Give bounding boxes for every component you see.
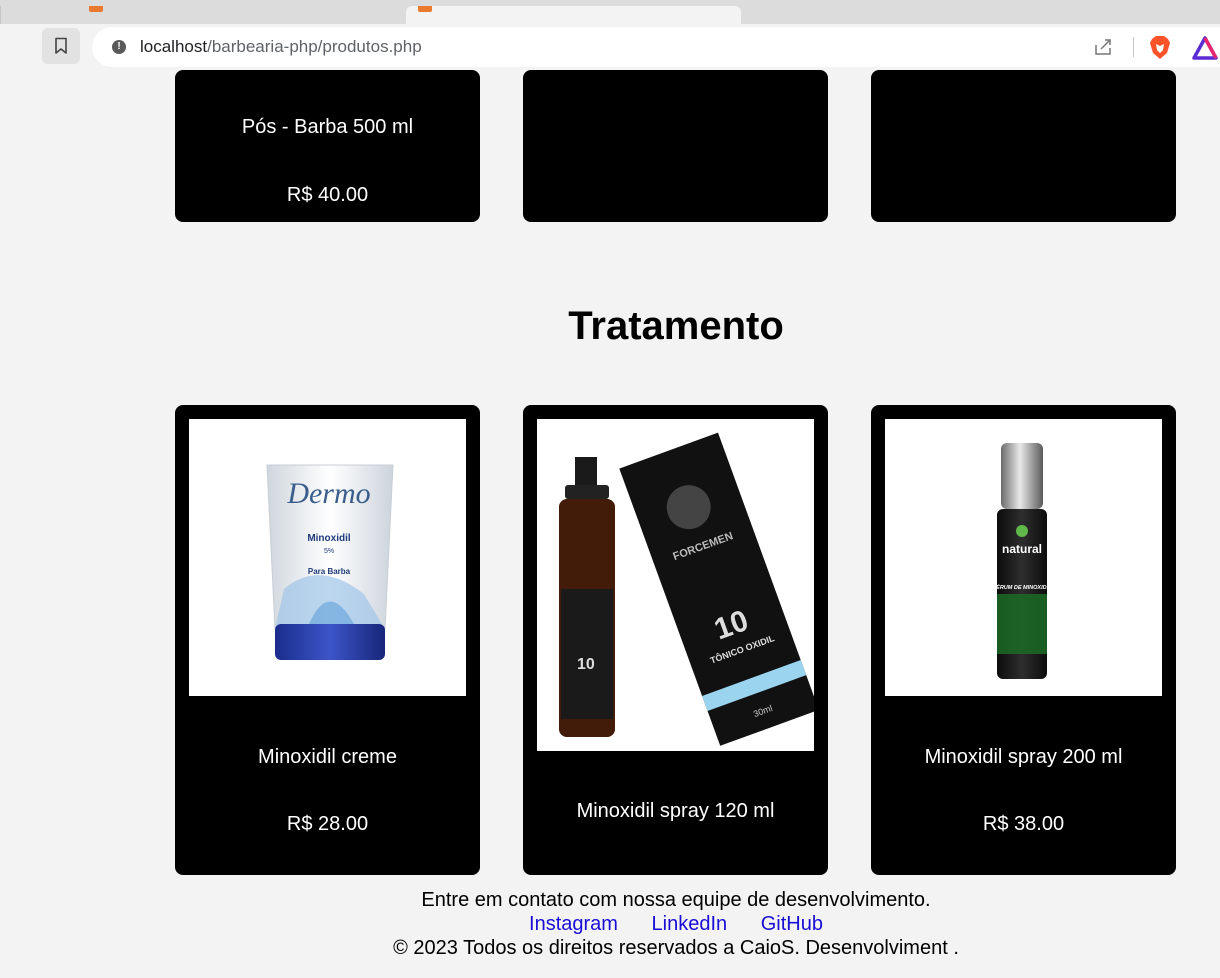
product-card[interactable]: Dermo Minoxidil 5% Para Barba Minoxidil … <box>175 405 480 875</box>
divider <box>1133 37 1134 57</box>
product-card[interactable]: FORCEMEN 10 TÔNICO OXIDIL 30ml 10 Minoxi… <box>523 405 828 875</box>
product-name: Minoxidil spray 200 ml <box>924 746 1123 768</box>
footer-contact-text: Entre em contato com nossa equipe de des… <box>421 889 931 911</box>
label-sub: Para Barba <box>308 567 351 576</box>
browser-toolbar: ! localhost/barbearia-php/produtos.php <box>0 24 1220 70</box>
product-price: R$ 28.00 <box>286 813 369 835</box>
label-product: Minoxidil <box>307 533 351 544</box>
footer-links: Instagram LinkedIn GitHub <box>0 912 1220 936</box>
linkedin-link[interactable]: LinkedIn <box>652 913 728 935</box>
info-icon[interactable]: ! <box>112 40 126 54</box>
product-name: Minoxidil creme <box>258 746 397 768</box>
tab-inactive[interactable] <box>0 6 406 24</box>
section-title: Tratamento <box>568 304 784 348</box>
product-price: R$ 40.00 <box>286 184 369 206</box>
product-name: Pós - Barba 500 ml <box>241 116 414 138</box>
bookmark-button[interactable] <box>42 28 80 64</box>
label-percent: 5% <box>324 548 334 555</box>
share-icon[interactable] <box>1093 37 1115 57</box>
product-card[interactable]: natural SÉRUM DE MINOXIDIL Minoxidil spr… <box>871 405 1176 875</box>
brave-rewards-icon[interactable] <box>1192 36 1218 60</box>
tab-favicon-icon <box>418 6 432 12</box>
product-card[interactable]: Pós - Barba 500 ml R$ 40.00 <box>175 70 480 222</box>
url-text[interactable]: localhost/barbearia-php/produtos.php <box>140 37 422 57</box>
footer: Entre em contato com nossa equipe de des… <box>0 888 1220 960</box>
minoxidil-serum-bottle-image: natural SÉRUM DE MINOXIDIL <box>993 443 1053 679</box>
minoxidil-spray-box-image: FORCEMEN 10 TÔNICO OXIDIL 30ml 10 <box>559 432 814 746</box>
bottle-brand: natural <box>1002 542 1042 556</box>
tab-active[interactable] <box>406 6 741 24</box>
footer-copyright: © 2023 Todos os direitos reservados a Ca… <box>393 937 959 959</box>
product-image: FORCEMEN 10 TÔNICO OXIDIL 30ml 10 <box>537 419 814 751</box>
bottle-title: SÉRUM DE MINOXIDIL <box>993 583 1053 591</box>
instagram-link[interactable]: Instagram <box>529 913 618 935</box>
tab-inactive[interactable] <box>742 6 1220 24</box>
product-card[interactable] <box>871 70 1176 222</box>
bookmark-icon <box>55 37 67 54</box>
brave-lion-icon[interactable] <box>1148 35 1172 61</box>
bottle-number: 10 <box>577 656 595 673</box>
product-price: R$ 38.00 <box>982 813 1065 835</box>
minoxidil-cream-tube-image: Dermo Minoxidil 5% Para Barba <box>266 464 394 660</box>
github-link[interactable]: GitHub <box>761 913 823 935</box>
label-brand: Dermo <box>286 477 370 510</box>
product-name: Minoxidil spray 120 ml <box>576 800 775 822</box>
product-image: Dermo Minoxidil 5% Para Barba <box>189 419 466 696</box>
address-bar[interactable]: ! localhost/barbearia-php/produtos.php <box>92 27 1220 67</box>
tab-strip <box>0 0 1220 24</box>
product-card[interactable] <box>523 70 828 222</box>
product-image: natural SÉRUM DE MINOXIDIL <box>885 419 1162 696</box>
tab-favicon-icon <box>89 6 103 12</box>
